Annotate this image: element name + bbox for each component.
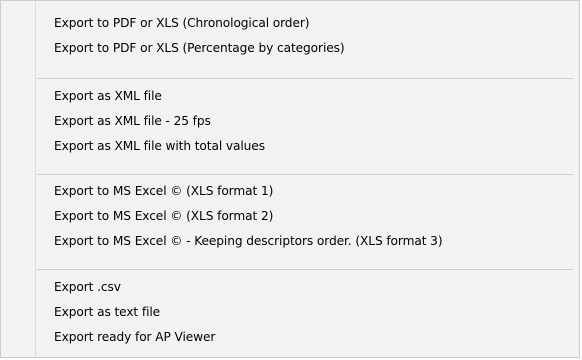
menu-group-pdf: Export to PDF or XLS (Chronological orde… — [37, 11, 573, 61]
menu-item-export-ap-viewer[interactable]: Export ready for AP Viewer — [37, 325, 573, 350]
menu-item-export-csv[interactable]: Export .csv — [37, 275, 573, 300]
menu-item-export-text[interactable]: Export as text file — [37, 300, 573, 325]
menu-item-export-excel-format1[interactable]: Export to MS Excel © (XLS format 1) — [37, 179, 573, 204]
menu-group-excel: Export to MS Excel © (XLS format 1) Expo… — [37, 179, 573, 254]
menu-icon-gutter — [35, 1, 36, 357]
menu-item-export-pdf-percentage[interactable]: Export to PDF or XLS (Percentage by cate… — [37, 36, 573, 61]
menu-group-other: Export .csv Export as text file Export r… — [37, 275, 573, 350]
menu-item-export-excel-format2[interactable]: Export to MS Excel © (XLS format 2) — [37, 204, 573, 229]
menu-separator — [37, 78, 573, 79]
menu-separator — [37, 269, 573, 270]
menu-item-export-excel-format3[interactable]: Export to MS Excel © - Keeping descripto… — [37, 229, 573, 254]
menu-item-export-xml-total-values[interactable]: Export as XML file with total values — [37, 134, 573, 159]
menu-separator — [37, 174, 573, 175]
menu-item-export-xml-25fps[interactable]: Export as XML file - 25 fps — [37, 109, 573, 134]
menu-item-export-pdf-chronological[interactable]: Export to PDF or XLS (Chronological orde… — [37, 11, 573, 36]
menu-item-export-xml[interactable]: Export as XML file — [37, 84, 573, 109]
menu-group-xml: Export as XML file Export as XML file - … — [37, 84, 573, 159]
export-context-menu: Export to PDF or XLS (Chronological orde… — [0, 0, 580, 358]
